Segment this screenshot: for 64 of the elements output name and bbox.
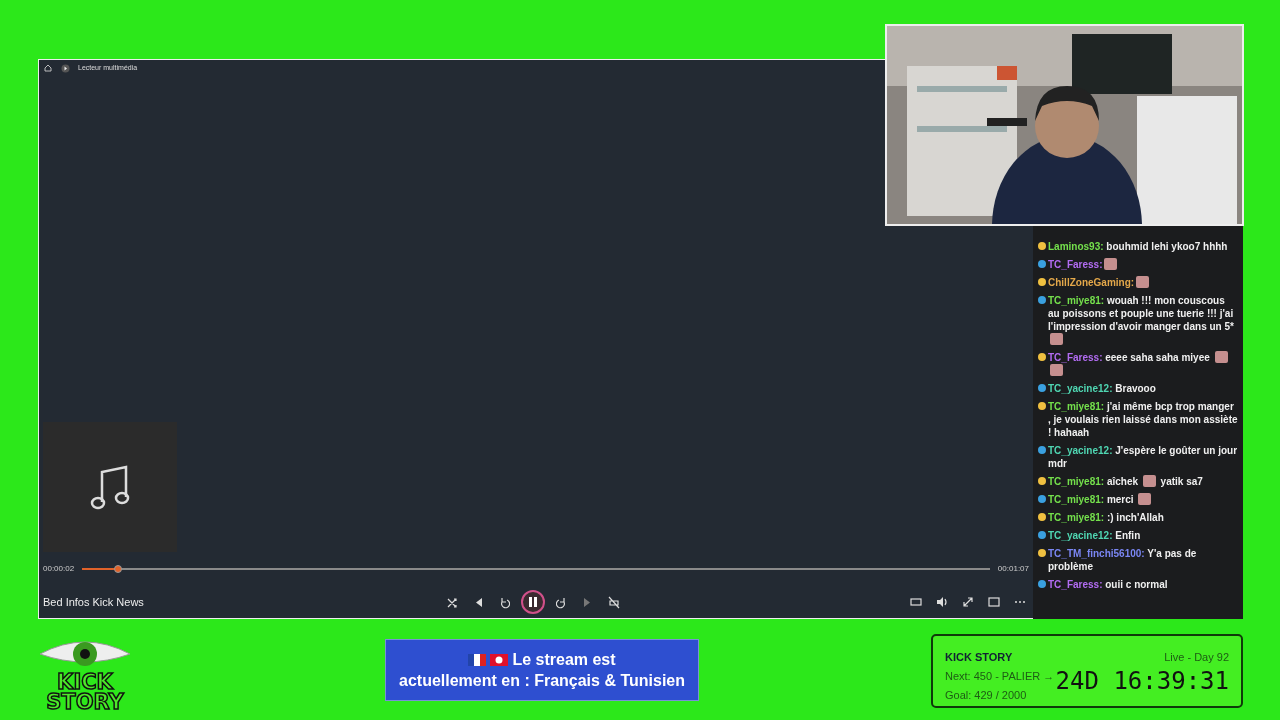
chat-message: TC_Faress: ouii c normal	[1048, 578, 1168, 591]
volume-icon	[936, 596, 948, 608]
chat-message: TC_Faress:	[1048, 258, 1120, 271]
home-glyph	[44, 64, 52, 72]
pause-icon	[528, 597, 538, 607]
media-player-app-icon	[61, 63, 70, 73]
chat-message: TC_miye81: wouah !!! mon couscous au poissons et pouple une tuerie !!! j'ai l'impression d'avoir manger dans un 5*	[1048, 294, 1239, 346]
user-badge-icon	[1038, 549, 1046, 557]
france-flag-icon	[468, 653, 487, 666]
miniplayer-icon	[910, 596, 922, 608]
emote-icon	[1050, 333, 1063, 345]
chat-message: ChillZoneGaming:	[1048, 276, 1152, 289]
play-pause-button[interactable]	[521, 590, 545, 614]
forward-icon	[556, 595, 568, 609]
logo-text: KICK	[57, 672, 113, 692]
chat-message: TC_miye81: :) inch'Allah	[1048, 511, 1164, 524]
tunisia-flag-icon	[490, 653, 509, 666]
rewind-icon	[498, 595, 510, 609]
live-day-text: Live - Day 92	[1164, 650, 1229, 665]
logo-text: STORY	[45, 692, 125, 712]
emote-icon	[1142, 475, 1156, 487]
emote-icon	[1214, 351, 1228, 363]
next-goal-text: Next: 450 - PALIER →	[945, 669, 1055, 684]
user-badge-icon	[1038, 513, 1046, 521]
seek-handle[interactable]	[114, 565, 123, 573]
user-badge-icon	[1038, 477, 1046, 485]
user-badge-icon	[1038, 495, 1046, 503]
chat-message: TC_miye81: j'ai même bcp trop manger , je voulais rien laissé dans mon assiète ! hahaah	[1048, 400, 1239, 439]
user-badge-icon	[1038, 242, 1046, 250]
user-badge-icon	[1038, 353, 1046, 361]
user-badge-icon	[1038, 446, 1046, 454]
home-icon[interactable]	[43, 63, 53, 73]
total-time: 00:01:07	[997, 563, 1029, 575]
track-title: Bed Infos Kick News	[43, 594, 145, 610]
elapsed-time: 00:00:02	[43, 563, 75, 575]
chat-message: Laminos93: bouhmid lehi ykoo7 hhhh	[1048, 240, 1228, 253]
user-badge-icon	[1038, 402, 1046, 410]
user-badge-icon	[1038, 580, 1046, 588]
emote-icon	[1104, 258, 1118, 270]
chat-message: TC_TM_finchi56100: Y'a pas de problème	[1048, 547, 1198, 573]
cast-icon	[988, 596, 1000, 608]
goal-progress-text: Goal: 429 / 2000	[945, 688, 1028, 703]
user-badge-icon	[1038, 278, 1046, 286]
emote-icon	[1050, 364, 1063, 376]
music-note-icon	[90, 464, 130, 510]
emote-icon	[1136, 276, 1150, 288]
chat-message: TC_miye81: merci	[1048, 493, 1154, 506]
shuffle-icon	[446, 595, 458, 609]
banner-text: Le stream est	[512, 650, 616, 670]
user-badge-icon	[1038, 296, 1046, 304]
user-badge-icon	[1038, 384, 1046, 392]
banner-text: actuellement en : Français & Tunisien	[399, 671, 685, 691]
repeat-off-icon	[608, 595, 620, 609]
chat-message: TC_miye81: aîchek yatik sa7	[1048, 475, 1203, 488]
stream-timer: 24D 16:39:31	[1055, 667, 1229, 695]
fullscreen-icon	[962, 596, 974, 608]
chat-message: TC_Faress: eeee saha saha miyee	[1048, 351, 1239, 377]
chat-message: TC_yacine12: Bravooo	[1048, 382, 1156, 395]
stats-title: KICK STORY	[945, 650, 1014, 665]
user-badge-icon	[1038, 260, 1046, 268]
user-badge-icon	[1038, 531, 1046, 539]
emote-icon	[1138, 493, 1152, 505]
chat-message: TC_yacine12: Enfin	[1048, 529, 1141, 542]
chat-message: TC_yacine12: J'espère le goûter un jour mdr	[1048, 444, 1239, 470]
